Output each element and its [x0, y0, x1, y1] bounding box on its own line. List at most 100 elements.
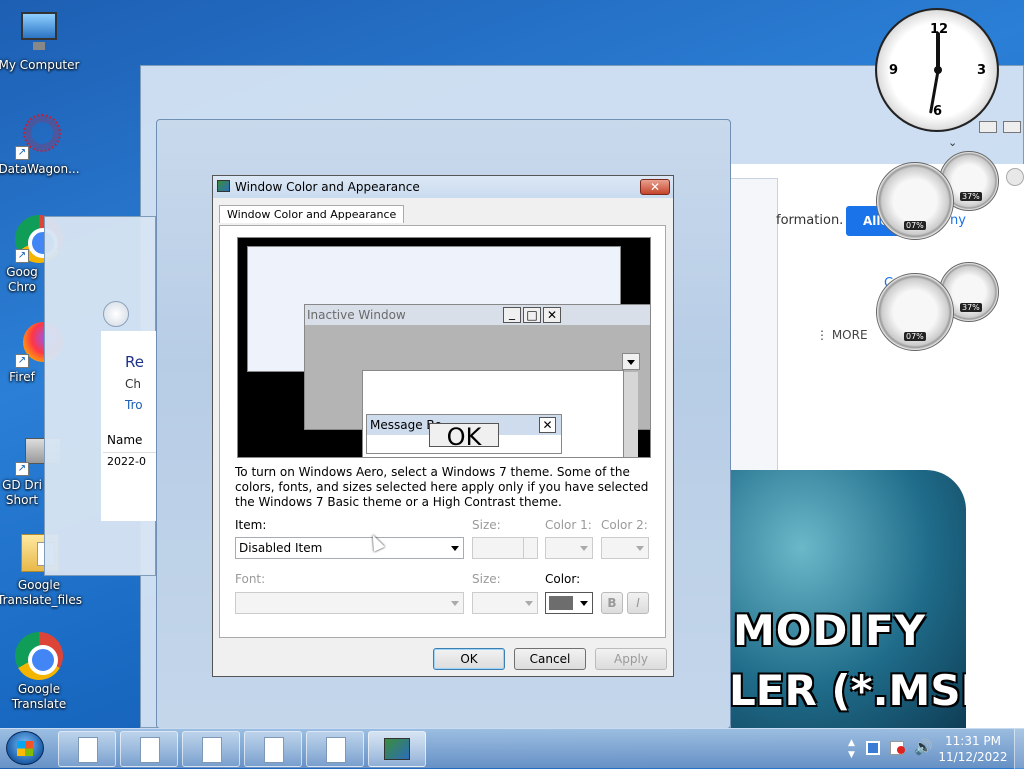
preview-area[interactable]: Inactive Window _ □ ✕ Message Bo ✕ OK	[237, 237, 651, 458]
chevron-down-icon	[580, 546, 588, 551]
more-label: MORE	[831, 328, 868, 342]
chevron-down-icon	[451, 601, 459, 606]
document-icon	[78, 737, 98, 763]
cpu-gauge[interactable]: 07%	[876, 273, 954, 351]
taskbar-date: 11/12/2022	[938, 750, 1008, 764]
left-line2[interactable]: Tro	[125, 398, 143, 412]
color2-label: Color 2:	[601, 518, 648, 532]
window-color-dialog[interactable]: Window Color and Appearance ✕ Window Col…	[212, 175, 674, 677]
shortcut-arrow-icon: ↗	[15, 146, 29, 160]
appearance-icon	[217, 180, 230, 192]
chevron-down-icon	[580, 601, 588, 606]
memory-value: 37%	[960, 192, 982, 201]
taskbar-item[interactable]	[120, 731, 178, 767]
preview-dropdown-arrow	[622, 353, 640, 370]
more-dots-icon: ⋮	[816, 328, 832, 342]
list-header: Name	[103, 431, 157, 453]
close-icon: ✕	[539, 417, 556, 433]
font-select[interactable]	[235, 592, 464, 614]
desktop-icon-label: DataWagon...	[0, 162, 80, 176]
show-desktop-button[interactable]	[1014, 729, 1024, 769]
datawagon-icon: ↗	[15, 112, 63, 160]
clock-num-6: 6	[933, 104, 943, 119]
minimize-icon: _	[503, 307, 521, 323]
banner-image: MODIFY LER (*.MSI)	[731, 470, 966, 728]
restore-button[interactable]	[1003, 121, 1021, 133]
dialog-titlebar[interactable]: Window Color and Appearance ✕	[213, 176, 673, 198]
info-text: formation.	[776, 213, 844, 228]
bold-button[interactable]: B	[601, 592, 623, 614]
inactive-title: Inactive Window	[307, 308, 406, 322]
desktop-icon-label: Goog Chro	[6, 265, 38, 294]
preview-ok-button: OK	[429, 423, 499, 450]
desktop-icon-label: Google Translate_files	[0, 578, 83, 607]
deny-link[interactable]: ny	[950, 213, 966, 228]
maximize-icon: □	[523, 307, 541, 323]
computer-icon	[15, 8, 63, 56]
cancel-button[interactable]: Cancel	[514, 648, 586, 670]
color2-select[interactable]	[601, 537, 649, 559]
network-icon[interactable]	[866, 741, 880, 755]
size-label: Size:	[472, 518, 501, 532]
desktop-icon-label: Google Translate	[11, 682, 67, 711]
cpu-gauge[interactable]: 07%	[876, 162, 954, 240]
clock-center	[934, 66, 942, 74]
document-icon	[140, 737, 160, 763]
size-spinner[interactable]	[472, 537, 538, 559]
document-icon	[326, 737, 346, 763]
taskbar: ▲ ▼ 🔊 11:31 PM 11/12/2022	[0, 728, 1024, 769]
taskbar-item-appearance[interactable]	[368, 731, 426, 767]
taskbar-item[interactable]	[58, 731, 116, 767]
tray-expand-icon[interactable]: ▲ ▼	[848, 737, 856, 761]
chevron-down-icon	[525, 601, 533, 606]
spin-buttons[interactable]	[523, 538, 537, 558]
color1-select[interactable]	[545, 537, 593, 559]
item-select[interactable]: Disabled Item	[235, 537, 464, 559]
desktop-icon-google-translate[interactable]: Google Translate	[0, 632, 81, 712]
list-row[interactable]: 2022-0	[103, 453, 157, 473]
document-icon	[202, 737, 222, 763]
user-icon[interactable]	[1006, 168, 1024, 186]
item-value: Disabled Item	[239, 541, 323, 555]
taskbar-item[interactable]	[306, 731, 364, 767]
background-window-left[interactable]: Re Ch Tro Name 2022-0	[44, 216, 157, 576]
clock-gadget[interactable]: 12 3 6 9	[875, 8, 999, 132]
preview-message-box: Message Bo ✕ OK	[366, 414, 562, 454]
taskbar-item[interactable]	[182, 731, 240, 767]
desktop-icon-label: Firef	[9, 370, 35, 384]
taskbar-time: 11:31 PM	[945, 734, 1001, 748]
col-name: Name	[107, 433, 143, 447]
font-size-label: Size:	[472, 572, 501, 586]
left-line1: Ch	[125, 377, 141, 391]
action-center-icon[interactable]	[890, 741, 905, 755]
chevron-down-icon	[451, 546, 459, 551]
tab-window-color[interactable]: Window Color and Appearance	[219, 205, 405, 223]
desktop-icon-datawagon[interactable]: ↗ DataWagon...	[0, 112, 81, 177]
preview-scrollbar	[624, 372, 638, 457]
inactive-titlebar: Inactive Window _ □ ✕	[305, 305, 650, 325]
chevron-down-icon	[627, 360, 635, 365]
cpu-value: 07%	[904, 332, 926, 341]
apply-button[interactable]: Apply	[595, 648, 667, 670]
desktop-icon-label: GD Dri Short	[2, 478, 42, 507]
color-picker[interactable]	[545, 592, 593, 614]
item-label: Item:	[235, 518, 267, 532]
clock-area[interactable]: 11:31 PM 11/12/2022	[938, 733, 1008, 765]
italic-button[interactable]: I	[627, 592, 649, 614]
font-size-select[interactable]	[472, 592, 538, 614]
start-button[interactable]	[6, 731, 44, 765]
tab-panel: Inactive Window _ □ ✕ Message Bo ✕ OK To…	[219, 225, 666, 638]
more-menu[interactable]: ⋮ MORE	[816, 328, 868, 342]
description-text: To turn on Windows Aero, select a Window…	[235, 465, 649, 509]
ok-button[interactable]: OK	[433, 648, 505, 670]
desktop-icon-my-computer[interactable]: My Computer	[0, 8, 81, 73]
back-button[interactable]	[103, 301, 129, 327]
collapse-gadget-icon[interactable]: ⌄	[948, 136, 957, 149]
taskbar-item[interactable]	[244, 731, 302, 767]
color1-label: Color 1:	[545, 518, 592, 532]
minimize-button[interactable]	[979, 121, 997, 133]
shortcut-arrow-icon: ↗	[15, 249, 29, 263]
clock-num-12: 12	[930, 22, 949, 37]
close-button[interactable]: ✕	[640, 179, 670, 195]
volume-icon[interactable]: 🔊	[914, 738, 933, 756]
